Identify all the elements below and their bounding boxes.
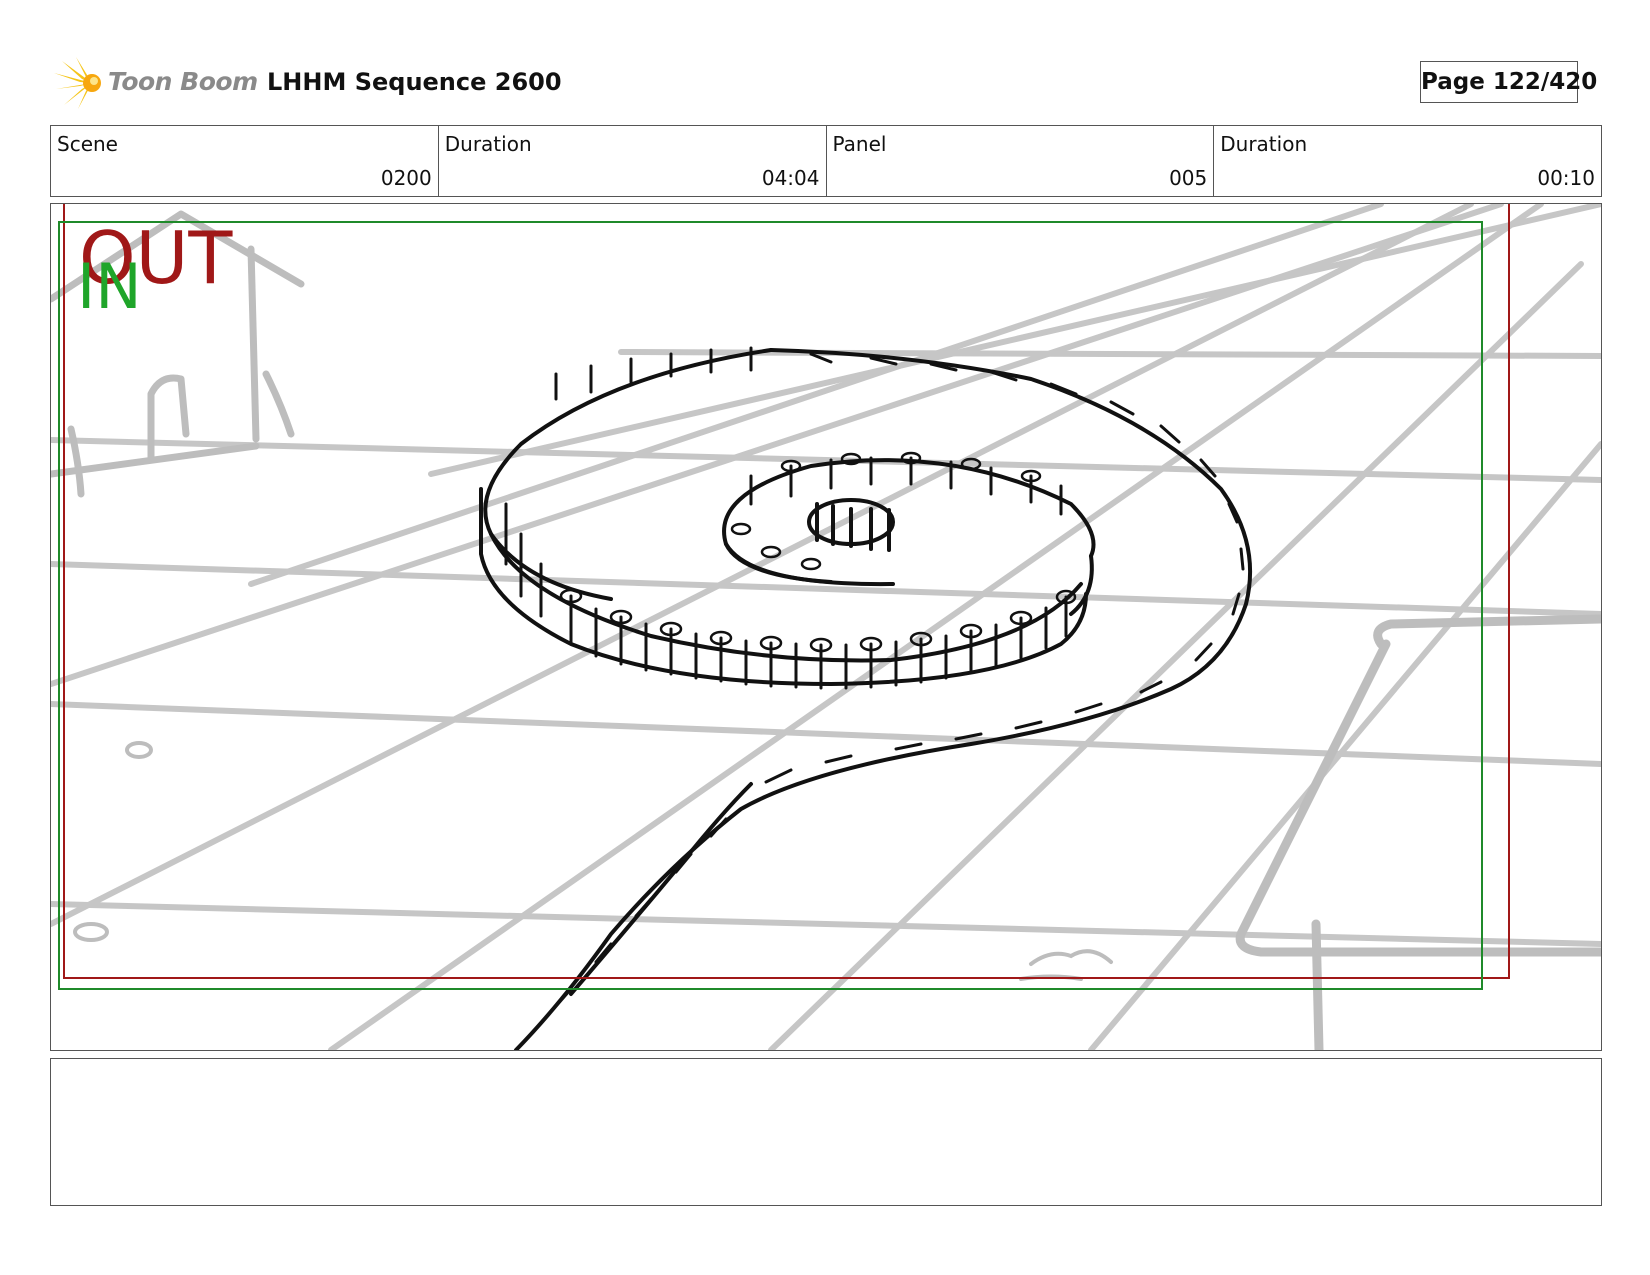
panel-value: 005 <box>1169 166 1208 190</box>
panel-label: Panel <box>832 132 887 156</box>
scene-cell: Scene 0200 <box>51 126 439 196</box>
right-building-sketch <box>1235 614 1601 1050</box>
scene-duration-cell: Duration 04:04 <box>439 126 827 196</box>
background-grid <box>51 204 1601 1050</box>
page-number: Page 122/420 <box>1420 61 1597 103</box>
panel-duration-value: 00:10 <box>1537 166 1595 190</box>
toon-boom-logo: Toon Boom <box>52 55 258 111</box>
ground-scribbles <box>73 741 1113 981</box>
storyboard-panel: OUT IN <box>50 203 1602 1051</box>
sunburst-icon <box>54 57 101 109</box>
scene-duration-value: 04:04 <box>761 166 820 190</box>
panel-drawing <box>51 204 1601 1050</box>
in-frame-label: IN <box>77 250 142 323</box>
out-frame <box>63 204 1510 979</box>
scene-label: Scene <box>57 132 118 156</box>
panel-notes <box>50 1058 1602 1206</box>
scene-value: 0200 <box>380 166 432 190</box>
panel-duration-cell: Duration 00:10 <box>1214 126 1601 196</box>
page-header: Toon Boom LHHM Sequence 2600 Page 122/42… <box>52 55 1602 111</box>
sequence-title: LHHM Sequence 2600 <box>267 68 562 96</box>
logo-text: Toon Boom <box>108 67 258 96</box>
panel-cell: Panel 005 <box>827 126 1215 196</box>
scene-duration-label: Duration <box>444 132 532 156</box>
panel-info-table: Scene 0200 Duration 04:04 Panel 005 Dura… <box>50 125 1602 197</box>
panel-duration-label: Duration <box>1220 132 1308 156</box>
